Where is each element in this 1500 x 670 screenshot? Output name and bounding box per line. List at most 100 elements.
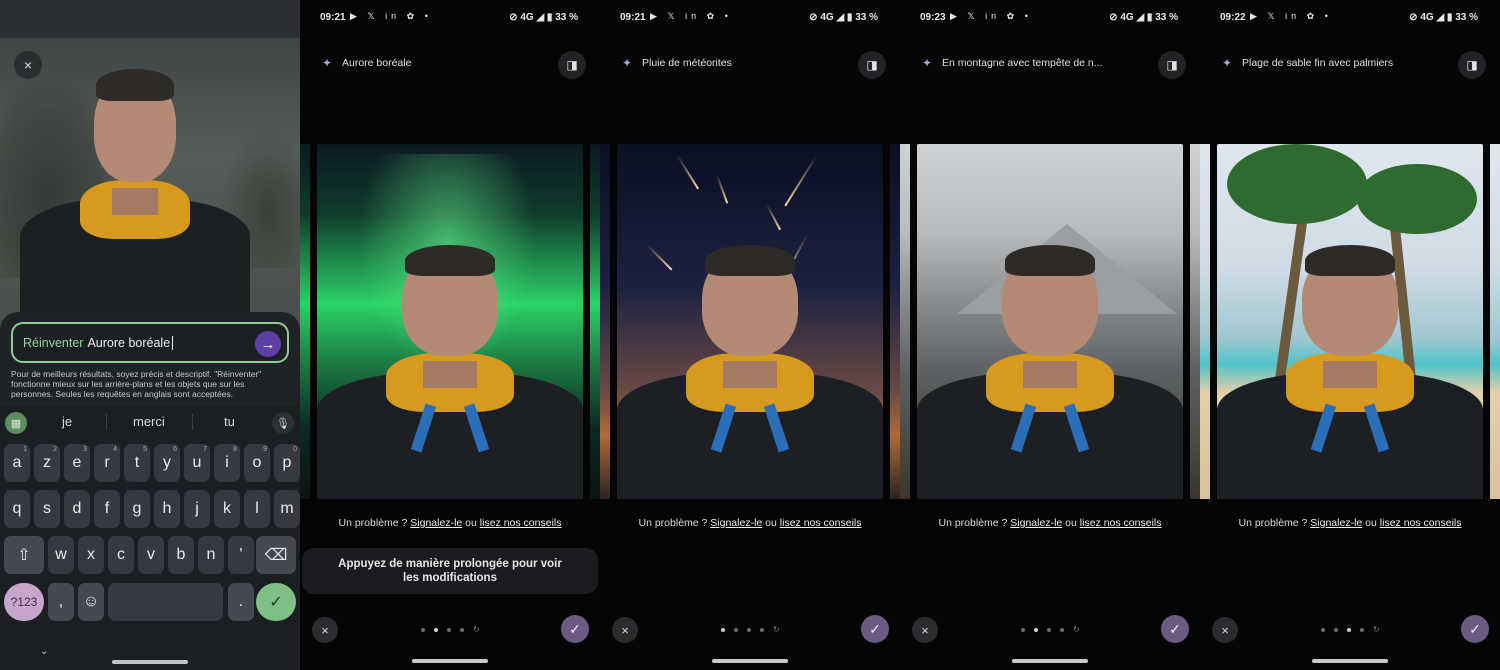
emoji-key-icon[interactable]: ☺ — [78, 583, 104, 621]
page-dot[interactable] — [1060, 628, 1064, 632]
page-dot[interactable] — [1321, 628, 1325, 632]
page-dot[interactable] — [721, 628, 725, 632]
tips-link[interactable]: lisez nos conseils — [780, 517, 862, 529]
key-z[interactable]: z2 — [34, 444, 60, 482]
enter-check-icon[interactable]: ✓ — [256, 583, 296, 621]
key-s[interactable]: s — [34, 490, 60, 528]
close-icon[interactable]: × — [14, 51, 42, 79]
key-v[interactable]: v — [138, 536, 164, 574]
home-indicator[interactable] — [1012, 659, 1088, 663]
home-indicator[interactable] — [1312, 659, 1388, 663]
confirm-check-icon[interactable]: ✓ — [561, 615, 589, 643]
send-arrow-icon[interactable]: → — [255, 331, 281, 357]
key-t[interactable]: t5 — [124, 444, 150, 482]
compare-icon[interactable]: ◨ — [1158, 51, 1186, 79]
page-dot[interactable] — [747, 628, 751, 632]
key-y[interactable]: y6 — [154, 444, 180, 482]
key-p[interactable]: p0 — [274, 444, 300, 482]
generated-image[interactable] — [317, 144, 583, 499]
refresh-icon[interactable]: ↻ — [473, 626, 480, 634]
page-dot[interactable] — [421, 628, 425, 632]
previous-variant-sliver[interactable] — [600, 144, 610, 499]
page-dot[interactable] — [1034, 628, 1038, 632]
refresh-icon[interactable]: ↻ — [773, 626, 780, 634]
key-k[interactable]: k — [214, 490, 240, 528]
home-indicator[interactable] — [112, 660, 188, 664]
suggestion-2[interactable]: merci — [133, 414, 165, 429]
key-d[interactable]: d — [64, 490, 90, 528]
page-dot[interactable] — [734, 628, 738, 632]
key-a[interactable]: a1 — [4, 444, 30, 482]
key-u[interactable]: u7 — [184, 444, 210, 482]
compare-icon[interactable]: ◨ — [858, 51, 886, 79]
microphone-icon[interactable]: 🎙 — [272, 412, 294, 434]
discard-close-icon[interactable]: × — [612, 617, 638, 643]
page-dot[interactable] — [460, 628, 464, 632]
next-variant-sliver[interactable] — [890, 144, 900, 499]
space-key[interactable] — [108, 583, 223, 621]
report-link[interactable]: Signalez-le — [1310, 517, 1362, 529]
page-dot[interactable] — [434, 628, 438, 632]
key-i[interactable]: i8 — [214, 444, 240, 482]
previous-variant-sliver[interactable] — [900, 144, 910, 499]
compare-icon[interactable]: ◨ — [558, 51, 586, 79]
key-b[interactable]: b — [168, 536, 194, 574]
key-w[interactable]: w — [48, 536, 74, 574]
previous-variant-sliver[interactable] — [1200, 144, 1210, 499]
tips-link[interactable]: lisez nos conseils — [480, 517, 562, 529]
page-dot[interactable] — [1334, 628, 1338, 632]
next-variant-sliver[interactable] — [1490, 144, 1500, 499]
key-e[interactable]: e3 — [64, 444, 90, 482]
next-variant-sliver[interactable] — [1190, 144, 1200, 499]
report-link[interactable]: Signalez-le — [710, 517, 762, 529]
home-indicator[interactable] — [712, 659, 788, 663]
chevron-down-icon[interactable]: ⌄ — [40, 646, 48, 657]
report-link[interactable]: Signalez-le — [1010, 517, 1062, 529]
page-dot[interactable] — [1047, 628, 1051, 632]
discard-close-icon[interactable]: × — [1212, 617, 1238, 643]
backspace-key-icon[interactable]: ⌫ — [256, 536, 296, 574]
key-c[interactable]: c — [108, 536, 134, 574]
prompt-input[interactable]: Réinventer Aurore boréale → — [11, 322, 289, 363]
page-dot[interactable] — [1360, 628, 1364, 632]
generated-image[interactable] — [917, 144, 1183, 499]
compare-icon[interactable]: ◨ — [1458, 51, 1486, 79]
refresh-icon[interactable]: ↻ — [1073, 626, 1080, 634]
confirm-check-icon[interactable]: ✓ — [1161, 615, 1189, 643]
symbols-key[interactable]: ?123 — [4, 583, 44, 621]
generated-image[interactable] — [617, 144, 883, 499]
key-q[interactable]: q — [4, 490, 30, 528]
keyboard-apps-icon[interactable]: ▦ — [5, 412, 27, 434]
period-key[interactable]: . — [228, 583, 254, 621]
shift-key-icon[interactable]: ⇧ — [4, 536, 44, 574]
key-g[interactable]: g — [124, 490, 150, 528]
key-f[interactable]: f — [94, 490, 120, 528]
key-n[interactable]: n — [198, 536, 224, 574]
key-apostrophe[interactable]: ' — [228, 536, 254, 574]
next-variant-sliver[interactable] — [590, 144, 600, 499]
discard-close-icon[interactable]: × — [912, 617, 938, 643]
suggestion-3[interactable]: tu — [224, 414, 235, 429]
previous-variant-sliver[interactable] — [300, 144, 310, 499]
page-dot[interactable] — [447, 628, 451, 632]
page-dot[interactable] — [1021, 628, 1025, 632]
discard-close-icon[interactable]: × — [312, 617, 338, 643]
comma-key[interactable]: , — [48, 583, 74, 621]
page-dot[interactable] — [760, 628, 764, 632]
generated-image[interactable] — [1217, 144, 1483, 499]
key-x[interactable]: x — [78, 536, 104, 574]
tips-link[interactable]: lisez nos conseils — [1080, 517, 1162, 529]
confirm-check-icon[interactable]: ✓ — [861, 615, 889, 643]
tips-link[interactable]: lisez nos conseils — [1380, 517, 1462, 529]
report-link[interactable]: Signalez-le — [410, 517, 462, 529]
page-dot[interactable] — [1347, 628, 1351, 632]
key-j[interactable]: j — [184, 490, 210, 528]
key-m[interactable]: m — [274, 490, 300, 528]
key-h[interactable]: h — [154, 490, 180, 528]
refresh-icon[interactable]: ↻ — [1373, 626, 1380, 634]
key-l[interactable]: l — [244, 490, 270, 528]
confirm-check-icon[interactable]: ✓ — [1461, 615, 1489, 643]
key-r[interactable]: r4 — [94, 444, 120, 482]
suggestion-1[interactable]: je — [62, 414, 72, 429]
home-indicator[interactable] — [412, 659, 488, 663]
